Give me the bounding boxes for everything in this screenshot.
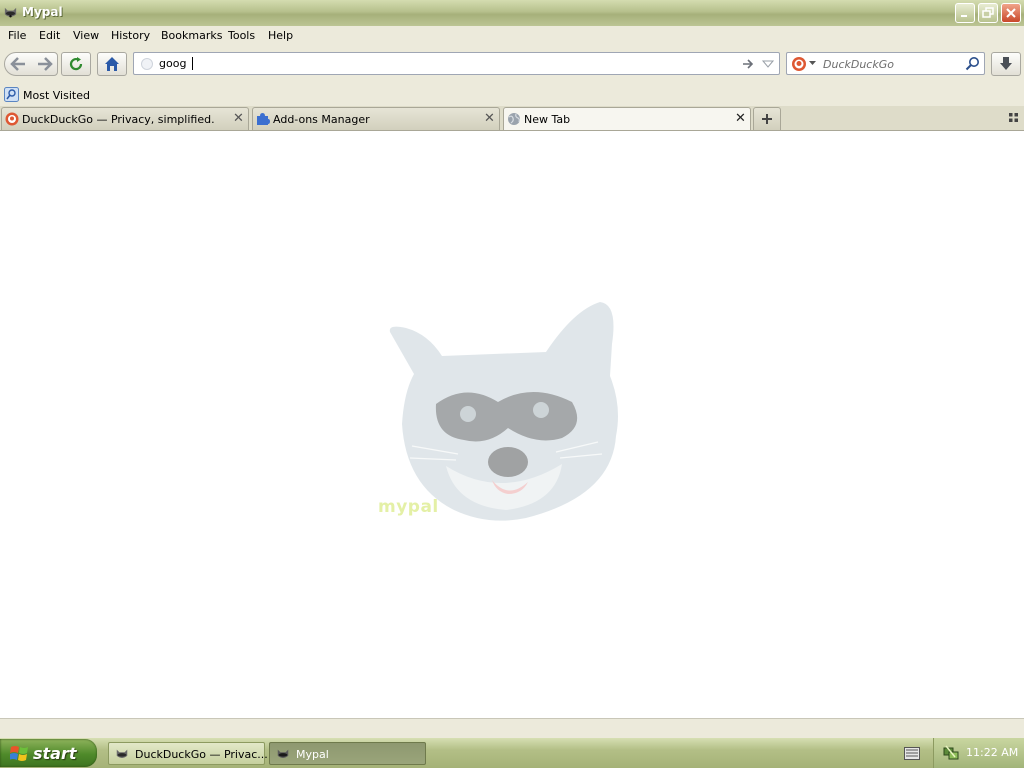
raccoon-app-icon (277, 749, 289, 758)
tab-label: DuckDuckGo — Privacy, simplified. (22, 113, 215, 126)
menu-view[interactable]: View (73, 29, 99, 42)
back-arrow-icon[interactable] (8, 55, 28, 73)
plus-icon (762, 114, 772, 124)
tab-addons-manager[interactable]: Add-ons Manager ✕ (252, 107, 500, 130)
restore-button[interactable] (978, 3, 998, 23)
back-forward-group (4, 52, 58, 76)
tab-new-tab[interactable]: New Tab ✕ (503, 107, 751, 130)
menu-tools[interactable]: Tools (228, 29, 255, 42)
start-button[interactable]: start (0, 739, 97, 767)
menu-edit[interactable]: Edit (39, 29, 60, 42)
tab-close-icon[interactable]: ✕ (484, 111, 495, 126)
restore-icon (982, 7, 994, 18)
window-titlebar[interactable]: Mypal (0, 0, 1024, 26)
network-tray-icon[interactable] (943, 744, 959, 760)
tab-label: New Tab (524, 113, 571, 126)
tab-label: Add-ons Manager (273, 113, 370, 126)
windows-taskbar: start DuckDuckGo — Privac... Mypal 11:22… (0, 738, 1024, 768)
url-input-value[interactable]: goog (159, 57, 186, 70)
raccoon-app-icon (4, 7, 17, 18)
taskbar-item-duckduckgo[interactable]: DuckDuckGo — Privac... (108, 742, 268, 765)
bookmarks-toolbar: Most Visited (0, 84, 1024, 106)
engine-dropdown-icon[interactable] (809, 61, 816, 66)
puzzle-piece-icon (257, 113, 270, 125)
downloads-button[interactable] (991, 52, 1021, 76)
menu-help[interactable]: Help (268, 29, 293, 42)
raccoon-logo-image (389, 302, 618, 521)
status-bar (0, 718, 1024, 739)
reload-icon (69, 57, 83, 71)
tab-close-icon[interactable]: ✕ (233, 111, 244, 126)
taskbar-item-label: DuckDuckGo — Privac... (135, 748, 268, 761)
close-icon (1006, 8, 1016, 18)
system-tray: 11:22 AM (933, 738, 1024, 768)
go-arrow-icon[interactable] (741, 57, 755, 71)
globe-icon (508, 113, 520, 125)
url-bar[interactable]: goog (133, 52, 780, 75)
windows-logo-icon (10, 746, 28, 761)
reload-button[interactable] (61, 52, 91, 76)
page-content[interactable]: mypal (0, 131, 1024, 718)
menu-file[interactable]: File (8, 29, 26, 42)
clock[interactable]: 11:22 AM (966, 746, 1018, 759)
tab-groups-grid-icon[interactable] (1008, 112, 1020, 124)
search-placeholder: DuckDuckGo (823, 58, 894, 71)
forward-arrow-icon[interactable] (35, 55, 55, 73)
duckduckgo-icon (5, 112, 19, 126)
search-magnifier-icon[interactable] (965, 56, 980, 71)
taskbar-item-label: Mypal (296, 748, 329, 761)
text-cursor (192, 57, 193, 70)
mypal-logo-text: mypal (378, 497, 439, 517)
home-icon (105, 57, 119, 71)
menu-history[interactable]: History (111, 29, 150, 42)
minimize-icon (961, 15, 967, 17)
tab-duckduckgo[interactable]: DuckDuckGo — Privacy, simplified. ✕ (1, 107, 249, 130)
minimize-button[interactable] (955, 3, 975, 23)
close-button[interactable] (1001, 3, 1021, 23)
taskbar-item-mypal[interactable]: Mypal (269, 742, 426, 765)
new-tab-button[interactable] (753, 107, 781, 130)
duckduckgo-engine-icon[interactable] (791, 56, 807, 72)
page-identity-icon (141, 58, 153, 70)
raccoon-app-icon (116, 749, 128, 758)
start-label: start (33, 744, 77, 763)
search-bar[interactable]: DuckDuckGo (786, 52, 985, 75)
window-title: Mypal (22, 5, 63, 19)
menu-bookmarks[interactable]: Bookmarks (161, 29, 222, 42)
most-visited-icon (4, 87, 19, 102)
most-visited-label: Most Visited (23, 89, 90, 102)
download-arrow-icon (1000, 57, 1012, 70)
tab-close-icon[interactable]: ✕ (735, 111, 746, 126)
tab-strip: DuckDuckGo — Privacy, simplified. ✕ Add-… (0, 106, 1024, 131)
dropdown-triangle-icon[interactable] (762, 58, 774, 70)
keyboard-icon[interactable] (904, 747, 920, 760)
home-button[interactable] (97, 52, 127, 76)
menu-bar: File Edit View History Bookmarks Tools H… (0, 26, 1024, 46)
